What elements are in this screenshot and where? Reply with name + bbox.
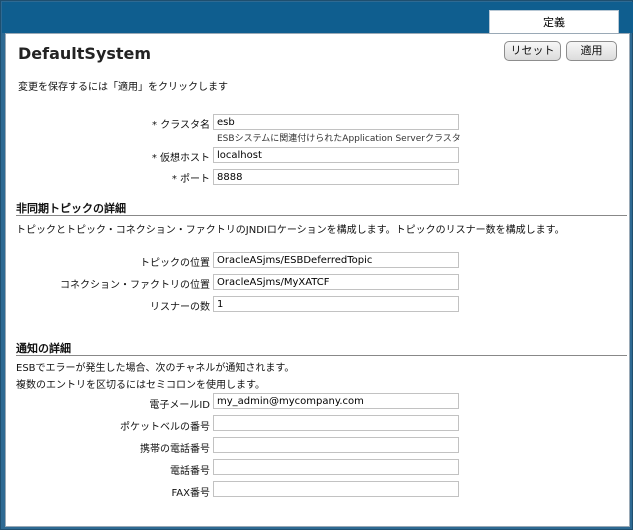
reset-button[interactable]: リセット — [504, 41, 561, 61]
connection-factory-label: コネクション・ファクトリの位置 — [60, 280, 210, 291]
pager-number-input[interactable] — [213, 415, 459, 431]
email-id-label: 電子メールID — [149, 400, 210, 411]
phone-number-label: 電話番号 — [170, 466, 210, 477]
listener-count-label: リスナーの数 — [150, 302, 210, 313]
async-topic-section-title: 非同期トピックの詳細 — [16, 202, 126, 215]
async-section-divider — [16, 215, 627, 216]
notification-section-divider — [16, 355, 627, 356]
notification-description-1: ESBでエラーが発生した場合、次のチャネルが通知されます。 — [16, 363, 295, 374]
pager-number-label: ポケットベルの番号 — [120, 422, 210, 433]
async-topic-description: トピックとトピック・コネクション・ファクトリのJNDIロケーションを構成します。… — [16, 225, 565, 236]
port-input[interactable]: 8888 — [213, 169, 459, 185]
cluster-name-help: ESBシステムに関連付けられたApplication Serverクラスタ — [217, 134, 461, 144]
fax-number-label: FAX番号 — [171, 488, 210, 499]
topic-location-label: トピックの位置 — [140, 258, 210, 269]
tab-definition[interactable]: 定義 — [489, 10, 619, 34]
fax-number-input[interactable] — [213, 481, 459, 497]
definition-panel: DefaultSystem リセット 適用 変更を保存するには「適用」をクリック… — [5, 33, 630, 527]
cluster-name-label: * クラスタ名 — [152, 120, 210, 131]
apply-instruction: 変更を保存するには「適用」をクリックします — [18, 82, 228, 93]
phone-number-input[interactable] — [213, 459, 459, 475]
application-window: 定義 DefaultSystem リセット 適用 変更を保存するには「適用」をク… — [0, 0, 633, 530]
notification-section-title: 通知の詳細 — [16, 342, 71, 355]
page-title: DefaultSystem — [18, 44, 152, 63]
mobile-phone-label: 携帯の電話番号 — [140, 444, 210, 455]
apply-button[interactable]: 適用 — [566, 41, 617, 61]
email-id-input[interactable]: my_admin@mycompany.com — [213, 393, 459, 409]
virtual-host-label: * 仮想ホスト — [151, 153, 210, 164]
mobile-phone-input[interactable] — [213, 437, 459, 453]
cluster-name-input[interactable]: esb — [213, 114, 459, 130]
notification-description-2: 複数のエントリを区切るにはセミコロンを使用します。 — [16, 380, 265, 391]
port-label: * ポート — [171, 174, 210, 185]
connection-factory-input[interactable]: OracleASjms/MyXATCF — [213, 274, 459, 290]
virtual-host-input[interactable]: localhost — [213, 147, 459, 163]
topic-location-input[interactable]: OracleASjms/ESBDeferredTopic — [213, 252, 459, 268]
listener-count-input[interactable]: 1 — [213, 296, 459, 312]
